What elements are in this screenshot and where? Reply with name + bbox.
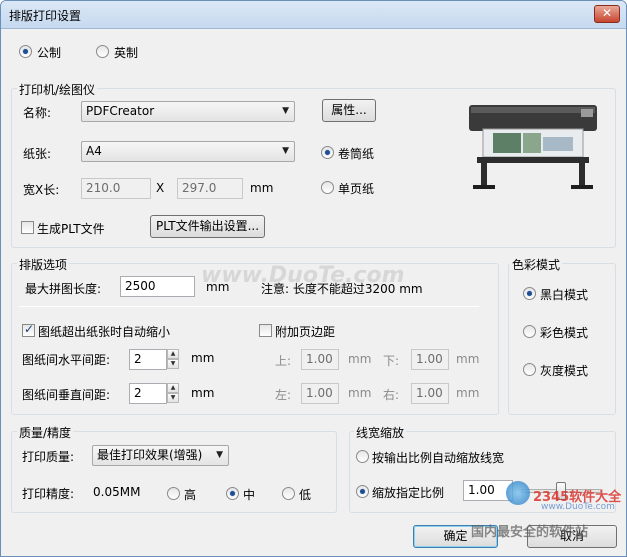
unit-metric-label: 公制 [37,46,62,60]
margin-top-input[interactable]: 1.00 [301,349,339,370]
margin-bottom-input[interactable]: 1.00 [411,349,449,370]
color-full-label: 彩色模式 [540,326,589,340]
chevron-down-icon: ▼ [282,146,289,156]
unit-imperial-label: 英制 [114,46,139,60]
paper-value: A4 [86,144,102,158]
chevron-down-icon: ▼ [282,106,289,116]
generate-plt-checkbox[interactable] [21,221,34,234]
color-gray-radio[interactable] [523,363,536,376]
margin-top-label: 上: [275,354,292,368]
margin-top-unit: mm [348,352,372,366]
precision-high-radio[interactable] [167,487,180,500]
v-gap-label: 图纸间垂直间距: [22,388,111,402]
linewidth-auto-radio[interactable] [356,450,369,463]
margin-right-label: 右: [383,388,400,402]
auto-shrink-label: 图纸超出纸张时自动缩小 [38,325,171,339]
print-quality-select[interactable]: 最佳打印效果(增强) ▼ [92,445,229,466]
paper-label: 纸张: [23,147,52,161]
printer-group-title: 打印机/绘图仪 [17,81,98,98]
margin-left-unit: mm [348,386,372,400]
quality-group-title: 质量/精度 [17,424,74,441]
color-bw-label: 黑白模式 [540,288,589,302]
v-gap-unit: mm [191,386,215,400]
print-quality-label: 打印质量: [22,450,75,464]
v-gap-input[interactable]: 2 [129,383,167,404]
margin-right-unit: mm [456,386,480,400]
margin-bottom-unit: mm [456,352,480,366]
linewidth-auto-label: 按输出比例自动缩放线宽 [372,451,505,465]
max-length-input[interactable]: 2500 [120,276,195,297]
precision-low-radio[interactable] [282,487,295,500]
margin-bottom-label: 下: [383,354,400,368]
precision-high-label: 高 [184,488,197,502]
title-bar: 排版打印设置 ✕ [1,1,626,29]
paper-length-input[interactable]: 297.0 [177,178,243,199]
precision-medium-label: 中 [243,488,256,502]
plt-settings-button[interactable]: PLT文件输出设置... [150,215,265,238]
add-margin-checkbox[interactable] [259,324,272,337]
print-settings-dialog: 排版打印设置 ✕ 公制 英制 打印机/绘图仪 名称: PDFCreator ▼ … [0,0,627,557]
watermark-slogan: 国内最安全的软件站 [471,525,589,540]
window-title: 排版打印设置 [9,9,82,23]
add-margin-label: 附加页边距 [275,325,336,339]
max-length-label: 最大拼图长度: [25,282,102,296]
color-gray-label: 灰度模式 [540,364,589,378]
single-sheet-radio[interactable] [321,181,334,194]
precision-value: 0.05MM [93,485,141,499]
watermark-url: www.DuoTe.com [541,502,615,512]
precision-low-label: 低 [299,488,312,502]
linewidth-scale-radio[interactable] [356,485,369,498]
linewidth-scale-label: 缩放指定比例 [372,486,445,500]
h-gap-spinner[interactable]: ▲ ▼ [167,349,179,370]
unit-metric-radio[interactable] [19,45,32,58]
margin-left-label: 左: [275,388,292,402]
precision-medium-radio[interactable] [226,487,239,500]
globe-icon [506,481,530,505]
single-sheet-label: 单页纸 [338,182,375,196]
margin-right-input[interactable]: 1.00 [411,383,449,404]
layout-options-title: 排版选项 [17,256,70,273]
paper-select[interactable]: A4 ▼ [81,141,295,162]
v-gap-spinner[interactable]: ▲ ▼ [167,383,179,404]
roll-paper-label: 卷筒纸 [338,147,375,161]
h-gap-label: 图纸间水平间距: [22,353,111,367]
printer-name-value: PDFCreator [86,104,155,118]
size-times-label: X [156,181,165,195]
color-full-radio[interactable] [523,325,536,338]
close-button[interactable]: ✕ [594,5,620,23]
auto-shrink-checkbox[interactable] [22,322,35,337]
paper-size-unit: mm [250,181,274,195]
paper-size-label: 宽X长: [23,183,60,197]
paper-width-input[interactable]: 210.0 [81,178,151,199]
color-bw-radio[interactable] [523,287,536,300]
generate-plt-label: 生成PLT文件 [37,222,105,236]
plotter-image [463,101,603,193]
print-quality-value: 最佳打印效果(增强) [97,448,203,462]
roll-paper-radio[interactable] [321,146,334,159]
color-mode-title: 色彩模式 [510,256,563,273]
linewidth-group-title: 线宽缩放 [354,424,407,441]
precision-label: 打印精度: [22,487,75,501]
layout-divider [19,306,479,307]
h-gap-input[interactable]: 2 [129,349,167,370]
h-gap-unit: mm [191,351,215,365]
printer-name-label: 名称: [23,106,52,120]
margin-left-input[interactable]: 1.00 [301,383,339,404]
printer-name-select[interactable]: PDFCreator ▼ [81,101,295,122]
watermark-mid: www.DuoTe.com [201,263,405,288]
unit-imperial-radio[interactable] [96,45,109,58]
chevron-down-icon: ▼ [216,450,223,460]
printer-properties-button[interactable]: 属性... [322,99,376,122]
